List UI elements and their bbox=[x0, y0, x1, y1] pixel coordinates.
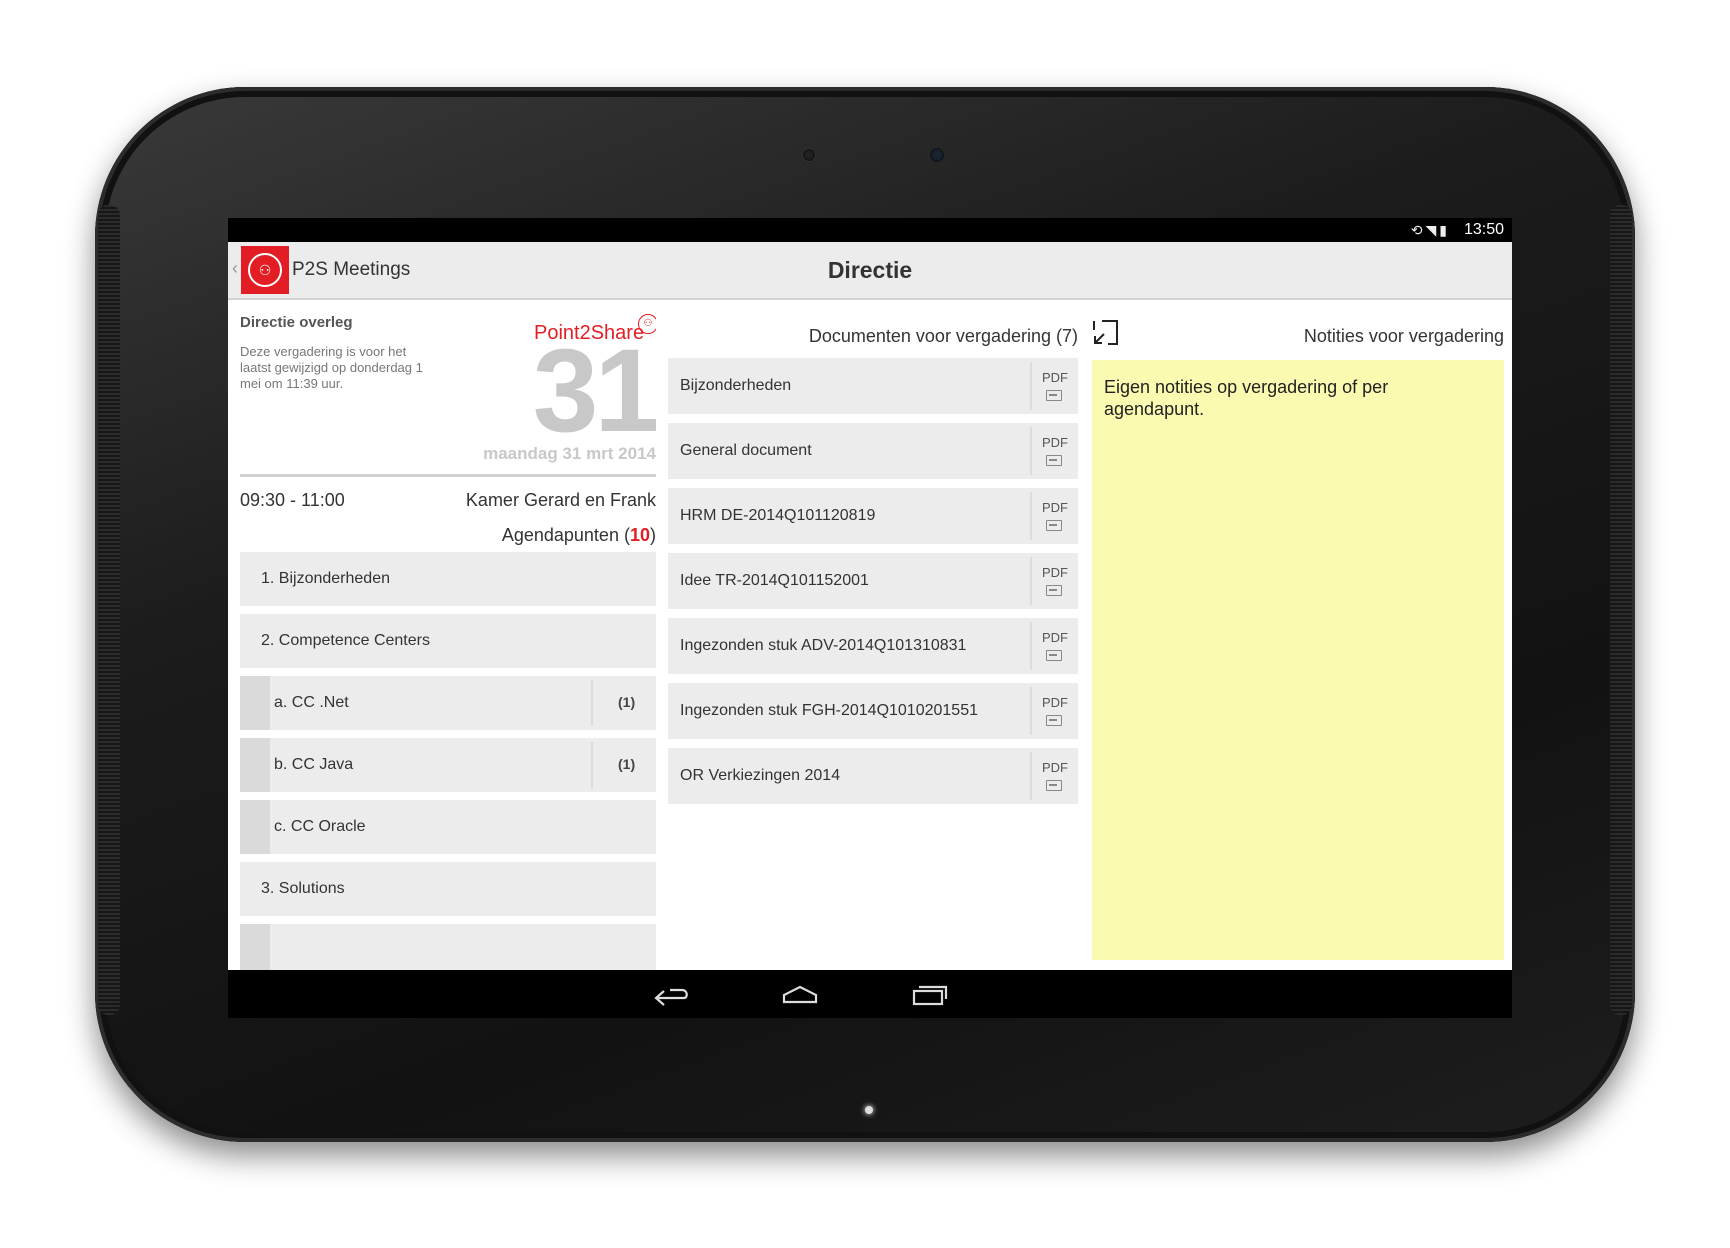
agenda-item-label: 3. Solutions bbox=[261, 880, 345, 897]
wifi-icon: ◥ bbox=[1425, 222, 1440, 238]
agenda-item[interactable]: 1. Bijzonderheden bbox=[240, 552, 656, 606]
agenda-header: Agendapunten (10) bbox=[501, 525, 656, 545]
agenda-item-label: c. CC Oracle bbox=[274, 818, 366, 835]
document-icon bbox=[1046, 715, 1062, 726]
status-bar: ⟲◥▮ 13:50 bbox=[228, 218, 1512, 242]
back-icon[interactable] bbox=[648, 978, 692, 1010]
document-count: (1) bbox=[618, 756, 636, 772]
divider bbox=[591, 680, 593, 726]
indent-bar bbox=[240, 738, 270, 792]
document-row[interactable]: Idee TR-2014Q101152001 PDF bbox=[668, 553, 1078, 609]
meeting-title: Directie overleg bbox=[240, 314, 353, 331]
document-row[interactable]: Ingezonden stuk ADV-2014Q101310831 PDF bbox=[668, 618, 1078, 674]
navigation-bar bbox=[228, 970, 1512, 1018]
agenda-subitem-partial[interactable] bbox=[240, 924, 656, 970]
status-time: 13:50 bbox=[1463, 221, 1504, 238]
rotate-icon: ⟲ bbox=[1410, 222, 1426, 238]
agenda-item[interactable]: 3. Solutions bbox=[240, 862, 656, 916]
agenda-label: Agendapunten bbox=[501, 525, 619, 545]
agenda-subitem[interactable]: c. CC Oracle bbox=[240, 800, 656, 854]
notification-led bbox=[865, 1106, 873, 1114]
notes-textarea[interactable]: Eigen notities op vergadering of per age… bbox=[1092, 360, 1504, 960]
agenda-list: 1. Bijzonderheden 2. Competence Centers … bbox=[240, 552, 656, 970]
agenda-item-label: 2. Competence Centers bbox=[261, 632, 430, 649]
file-type: PDF bbox=[1042, 630, 1068, 645]
file-type: PDF bbox=[1042, 695, 1068, 710]
agenda-item-label: 1. Bijzonderheden bbox=[261, 570, 390, 587]
document-count: (1) bbox=[618, 694, 636, 710]
recent-apps-icon[interactable] bbox=[908, 978, 952, 1010]
divider bbox=[591, 742, 593, 788]
file-type: PDF bbox=[1042, 435, 1068, 450]
file-type: PDF bbox=[1042, 760, 1068, 775]
agenda-subitem[interactable]: b. CC Java (1) bbox=[240, 738, 656, 792]
document-name: HRM DE-2014Q101120819 bbox=[680, 507, 876, 524]
agenda-item[interactable]: 2. Competence Centers bbox=[240, 614, 656, 668]
divider bbox=[1030, 362, 1032, 410]
document-row[interactable]: Ingezonden stuk FGH-2014Q1010201551 PDF bbox=[668, 683, 1078, 739]
divider bbox=[1030, 622, 1032, 670]
divider bbox=[1030, 687, 1032, 735]
notes-header: Notities voor vergadering bbox=[1303, 326, 1504, 346]
file-type: PDF bbox=[1042, 370, 1068, 385]
indent-bar bbox=[240, 676, 270, 730]
divider bbox=[1030, 557, 1032, 605]
meeting-panel: Directie overleg Deze vergadering is voo… bbox=[240, 300, 656, 970]
agenda-item-label: b. CC Java bbox=[274, 756, 354, 773]
document-name: Bijzonderheden bbox=[680, 377, 792, 394]
collapse-icon[interactable] bbox=[1092, 319, 1119, 346]
file-type: PDF bbox=[1042, 565, 1068, 580]
document-name: Idee TR-2014Q101152001 bbox=[680, 572, 869, 589]
document-icon bbox=[1046, 390, 1062, 401]
indent-bar bbox=[240, 924, 270, 970]
document-name: OR Verkiezingen 2014 bbox=[680, 767, 841, 784]
document-row[interactable]: HRM DE-2014Q101120819 PDF bbox=[668, 488, 1078, 544]
front-camera bbox=[930, 148, 944, 162]
battery-icon: ▮ bbox=[1439, 222, 1450, 238]
documents-panel: Documenten voor vergadering (7) Bijzonde… bbox=[668, 300, 1078, 970]
document-icon bbox=[1046, 585, 1062, 596]
action-bar: ‹ ⚇ P2S Meetings Directie bbox=[228, 242, 1512, 300]
document-row[interactable]: OR Verkiezingen 2014 PDF bbox=[668, 748, 1078, 804]
divider bbox=[240, 474, 656, 477]
divider bbox=[1030, 427, 1032, 475]
speaker-grille-left bbox=[98, 205, 120, 1015]
meeting-room: Kamer Gerard en Frank bbox=[465, 490, 656, 510]
document-icon bbox=[1046, 780, 1062, 791]
notes-text: Eigen notities op vergadering of per age… bbox=[1104, 377, 1389, 419]
sensor bbox=[803, 149, 815, 161]
home-icon[interactable] bbox=[778, 978, 822, 1010]
file-type: PDF bbox=[1042, 500, 1068, 515]
document-name: General document bbox=[680, 442, 812, 459]
meeting-time: 09:30 - 11:00 bbox=[240, 490, 345, 510]
speaker-grille-right bbox=[1610, 205, 1632, 1015]
meeting-description: Deze vergadering is voor het laatst gewi… bbox=[240, 344, 423, 391]
document-icon bbox=[1046, 650, 1062, 661]
status-icons: ⟲◥▮ bbox=[1411, 222, 1450, 239]
meeting-date: maandag 31 mrt 2014 bbox=[483, 444, 656, 463]
agenda-count: 10 bbox=[629, 525, 650, 545]
day-number: 31 bbox=[532, 325, 656, 457]
divider bbox=[1030, 492, 1032, 540]
document-name: Ingezonden stuk FGH-2014Q1010201551 bbox=[680, 702, 978, 719]
divider bbox=[1030, 752, 1032, 800]
documents-header: Documenten voor vergadering (7) bbox=[808, 326, 1078, 346]
agenda-item-label: a. CC .Net bbox=[274, 694, 349, 711]
screen: ⟲◥▮ 13:50 ‹ ⚇ P2S Meetings Directie Dire… bbox=[228, 218, 1512, 1018]
document-row[interactable]: Bijzonderheden PDF bbox=[668, 358, 1078, 414]
page-title: Directie bbox=[827, 257, 913, 283]
document-row[interactable]: General document PDF bbox=[668, 423, 1078, 479]
document-name: Ingezonden stuk ADV-2014Q101310831 bbox=[680, 637, 967, 654]
notes-panel: Notities voor vergadering Eigen notities… bbox=[1092, 300, 1504, 970]
document-icon bbox=[1046, 455, 1062, 466]
document-list: Bijzonderheden PDF General document PDF … bbox=[668, 358, 1078, 813]
agenda-subitem[interactable]: a. CC .Net (1) bbox=[240, 676, 656, 730]
indent-bar bbox=[240, 800, 270, 854]
app-window: ‹ ⚇ P2S Meetings Directie Directie overl… bbox=[228, 242, 1512, 970]
document-icon bbox=[1046, 520, 1062, 531]
